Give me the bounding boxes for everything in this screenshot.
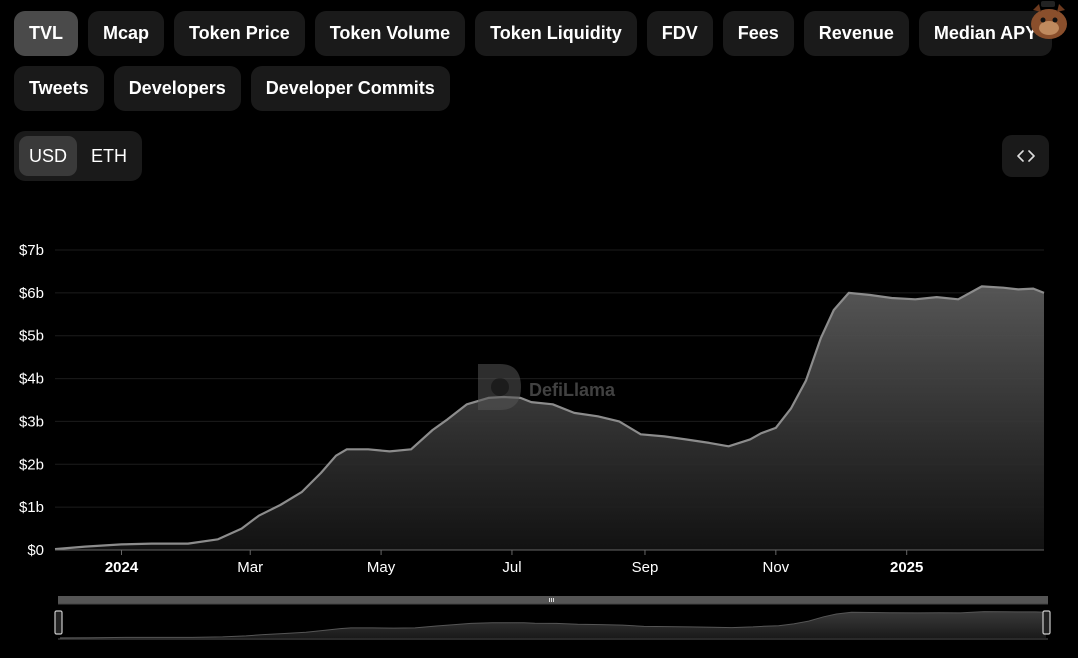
y-tick-label: $4b [19,371,44,388]
metric-tabs-row-1: TVL Mcap Token Price Token Volume Token … [14,11,1053,56]
llama-mascot-icon [1027,0,1071,40]
currency-toggle: USD ETH [14,131,143,181]
range-navigator[interactable] [54,596,1051,640]
tab-tweets[interactable]: Tweets [14,66,104,111]
tab-fees[interactable]: Fees [722,11,794,56]
y-tick-label: $0 [27,542,44,559]
currency-usd-button[interactable]: USD [19,136,78,176]
currency-eth-button[interactable]: ETH [81,136,137,176]
tab-revenue[interactable]: Revenue [803,11,909,56]
defillama-logo-icon [478,364,521,410]
x-axis-ticks: 2024 Mar May Jul Sep Nov 2025 [105,550,923,576]
x-tick-label: Jul [502,559,521,576]
x-tick-label: 2025 [890,559,923,576]
tab-token-price[interactable]: Token Price [174,11,305,56]
navigator-right-handle[interactable] [1042,610,1051,635]
tab-token-volume[interactable]: Token Volume [314,11,466,56]
y-tick-label: $6b [19,285,44,302]
navigator-grip-icon [549,598,554,602]
tab-mcap[interactable]: Mcap [88,11,165,56]
navigator-left-handle[interactable] [54,610,63,635]
x-tick-label: 2024 [105,559,139,576]
embed-code-button[interactable] [1002,135,1049,177]
metric-tabs-row-2: Tweets Developers Developer Commits [14,66,450,111]
y-tick-label: $1b [19,499,44,516]
navigator-mini-area [60,611,1046,638]
y-tick-label: $7b [19,242,44,259]
x-tick-label: May [367,559,396,576]
y-tick-label: $5b [19,328,44,345]
x-tick-label: Nov [762,559,789,576]
x-tick-label: Sep [632,559,659,576]
y-tick-label: $3b [19,413,44,430]
tab-developer-commits[interactable]: Developer Commits [250,66,450,111]
tab-fdv[interactable]: FDV [646,11,713,56]
tab-developers[interactable]: Developers [113,66,241,111]
tvl-area-fill [55,286,1044,550]
watermark-text: DefiLlama [529,380,616,400]
y-tick-label: $2b [19,456,44,473]
tab-token-liquidity[interactable]: Token Liquidity [475,11,637,56]
y-axis-ticks: $0 $1b $2b $3b $4b $5b $6b $7b [19,242,44,559]
tab-tvl[interactable]: TVL [14,11,78,56]
tvl-area-chart: $0 $1b $2b $3b $4b $5b $6b $7b 2024 Mar May Jul Sep… [19,242,1051,640]
x-tick-label: Mar [237,559,263,576]
code-brackets-icon [1016,150,1035,162]
tvl-chart-panel: TVL Mcap Token Price Token Volume Token … [0,0,1078,658]
